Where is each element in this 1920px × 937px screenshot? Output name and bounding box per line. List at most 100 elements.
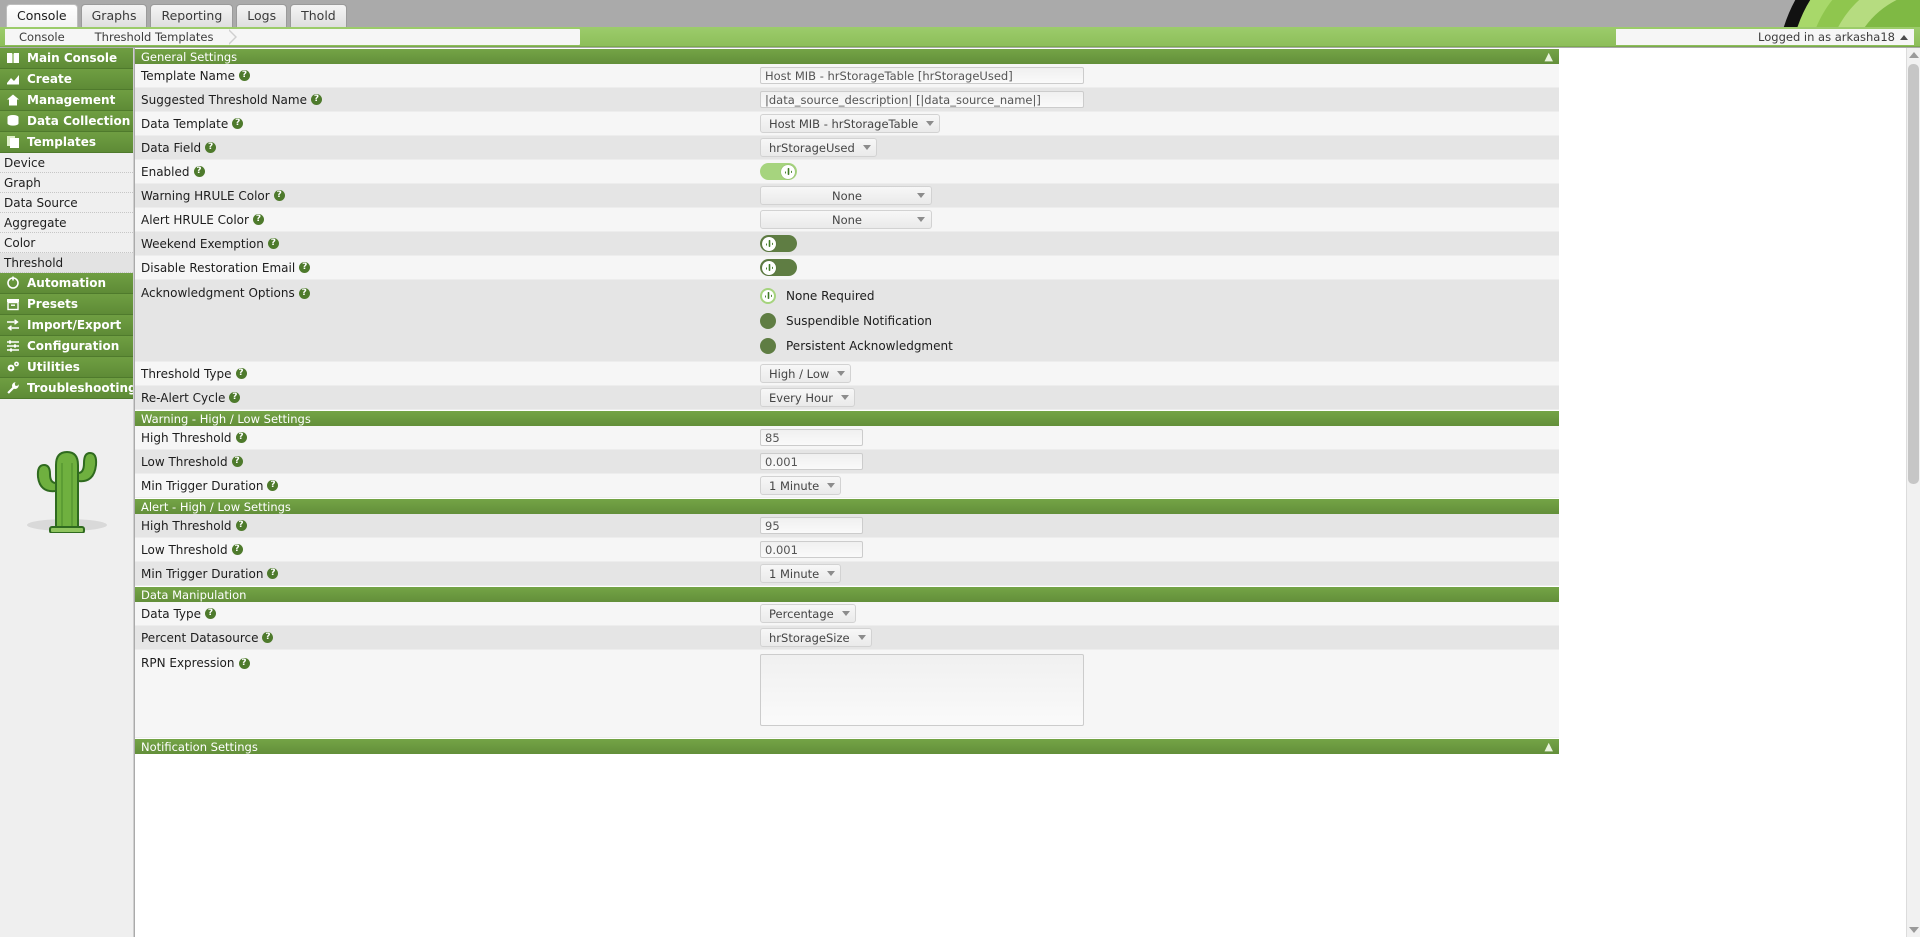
enabled-toggle[interactable] xyxy=(760,163,797,180)
breadcrumb-item-console[interactable]: Console xyxy=(5,29,89,45)
label-weekend-exemption: Weekend Exemption ? xyxy=(135,237,760,251)
disable-restoration-email-toggle[interactable] xyxy=(760,259,797,276)
cactus-mascot-image xyxy=(0,403,133,534)
sidebar-item-threshold[interactable]: Threshold xyxy=(0,253,133,273)
tab-logs[interactable]: Logs xyxy=(236,4,288,27)
radio-label: Suspendible Notification xyxy=(786,313,933,328)
sidebar-item-presets[interactable]: Presets xyxy=(0,294,133,315)
login-label: Logged in as arkasha18 xyxy=(1758,30,1895,44)
help-icon[interactable]: ? xyxy=(299,262,311,273)
label-warning-high-threshold: High Threshold ? xyxy=(135,431,760,445)
help-icon[interactable]: ? xyxy=(252,214,264,225)
scrollbar-thumb[interactable] xyxy=(1908,64,1919,484)
label-text: Threshold Type xyxy=(141,366,232,381)
help-icon[interactable]: ? xyxy=(262,632,274,643)
label-alert-min-trigger-duration: Min Trigger Duration ? xyxy=(135,567,760,581)
sidebar-item-aggregate[interactable]: Aggregate xyxy=(0,213,133,233)
help-icon[interactable]: ? xyxy=(235,432,247,443)
sidebar-item-data-source[interactable]: Data Source xyxy=(0,193,133,213)
label-template-name: Template Name ? xyxy=(135,69,760,83)
realert-cycle-select[interactable]: Every Hour xyxy=(760,388,856,407)
help-icon[interactable]: ? xyxy=(267,568,279,579)
warning-high-threshold-input[interactable] xyxy=(760,429,863,446)
help-icon[interactable]: ? xyxy=(193,166,205,177)
vertical-scrollbar[interactable] xyxy=(1906,48,1920,937)
sidebar-item-main-console[interactable]: Main Console xyxy=(0,48,133,69)
help-icon[interactable]: ? xyxy=(235,520,247,531)
chart-icon xyxy=(6,72,20,86)
sidebar-item-automation[interactable]: Automation xyxy=(0,273,133,294)
help-icon[interactable]: ? xyxy=(273,190,285,201)
help-icon[interactable]: ? xyxy=(205,142,217,153)
chevron-down-icon xyxy=(837,371,846,376)
help-icon[interactable]: ? xyxy=(267,238,279,249)
sidebar: Main Console Create Management Data Coll… xyxy=(0,48,134,937)
warning-low-threshold-input[interactable] xyxy=(760,453,863,470)
scroll-down-arrow-icon[interactable] xyxy=(1909,927,1919,933)
row-alert-high-threshold: High Threshold ? xyxy=(135,514,1559,538)
warning-hrule-color-select[interactable]: None xyxy=(760,186,932,205)
help-icon[interactable]: ? xyxy=(232,118,244,129)
help-icon[interactable]: ? xyxy=(205,608,217,619)
label-enabled: Enabled ? xyxy=(135,165,760,179)
home-icon xyxy=(6,93,20,107)
help-icon[interactable]: ? xyxy=(231,456,243,467)
tab-thold[interactable]: Thold xyxy=(290,4,347,27)
collapse-icon[interactable]: ▲ xyxy=(1545,50,1553,64)
alert-low-threshold-input[interactable] xyxy=(760,541,863,558)
help-icon[interactable]: ? xyxy=(238,657,250,669)
help-icon[interactable]: ? xyxy=(235,368,247,379)
sidebar-item-import-export[interactable]: Import/Export xyxy=(0,315,133,336)
gear-circle-icon xyxy=(6,276,20,290)
data-type-select[interactable]: Percentage xyxy=(760,604,856,623)
help-icon[interactable]: ? xyxy=(267,480,279,491)
sidebar-item-utilities[interactable]: Utilities xyxy=(0,357,133,378)
sidebar-item-data-collection[interactable]: Data Collection xyxy=(0,111,133,132)
user-login-status[interactable]: Logged in as arkasha18 xyxy=(1616,29,1914,45)
data-template-select[interactable]: Host MIB - hrStorageTable xyxy=(760,114,941,133)
threshold-type-select[interactable]: High / Low xyxy=(760,364,852,383)
breadcrumb-item-threshold-templates[interactable]: Threshold Templates xyxy=(80,29,238,45)
label-text: Min Trigger Duration xyxy=(141,566,264,581)
scroll-up-arrow-icon[interactable] xyxy=(1909,52,1919,58)
sidebar-item-color[interactable]: Color xyxy=(0,233,133,253)
alert-min-trigger-duration-select[interactable]: 1 Minute xyxy=(760,564,842,583)
template-name-input[interactable] xyxy=(760,67,1084,84)
sidebar-item-configuration[interactable]: Configuration xyxy=(0,336,133,357)
alert-hrule-color-select[interactable]: None xyxy=(760,210,932,229)
row-warning-min-trigger-duration: Min Trigger Duration ? 1 Minute xyxy=(135,474,1559,498)
label-text: Weekend Exemption xyxy=(141,236,264,251)
suggested-threshold-name-input[interactable] xyxy=(760,91,1084,108)
sidebar-label: Create xyxy=(27,72,72,86)
radio-option-persistent-acknowledgment[interactable]: Persistent Acknowledgment xyxy=(760,333,953,358)
tab-reporting[interactable]: Reporting xyxy=(150,4,234,27)
chevron-down-icon xyxy=(827,571,836,576)
percent-datasource-select[interactable]: hrStorageSize xyxy=(760,628,872,647)
help-icon[interactable]: ? xyxy=(238,70,250,81)
tab-graphs[interactable]: Graphs xyxy=(80,4,148,27)
sidebar-item-templates[interactable]: Templates xyxy=(0,132,133,153)
label-acknowledgment-options: Acknowledgment Options ? xyxy=(135,280,760,300)
radio-option-none-required[interactable]: None Required xyxy=(760,283,875,308)
weekend-exemption-toggle[interactable] xyxy=(760,235,797,252)
warning-min-trigger-duration-select[interactable]: 1 Minute xyxy=(760,476,842,495)
data-field-select[interactable]: hrStorageUsed xyxy=(760,138,877,157)
sidebar-item-graph[interactable]: Graph xyxy=(0,173,133,193)
help-icon[interactable]: ? xyxy=(310,94,322,105)
label-text: Data Template xyxy=(141,116,229,131)
radio-option-suspendible-notification[interactable]: Suspendible Notification xyxy=(760,308,932,333)
sidebar-item-create[interactable]: Create xyxy=(0,69,133,90)
help-icon[interactable]: ? xyxy=(231,544,243,555)
alert-high-threshold-input[interactable] xyxy=(760,517,863,534)
help-icon[interactable]: ? xyxy=(298,287,310,299)
tab-console[interactable]: Console xyxy=(6,4,78,27)
rpn-expression-textarea[interactable] xyxy=(760,654,1084,726)
label-realert-cycle: Re-Alert Cycle ? xyxy=(135,391,760,405)
sidebar-item-management[interactable]: Management xyxy=(0,90,133,111)
row-realert-cycle: Re-Alert Cycle ? Every Hour xyxy=(135,386,1559,410)
help-icon[interactable]: ? xyxy=(229,392,241,403)
collapse-icon[interactable]: ▲ xyxy=(1545,740,1553,754)
sidebar-item-troubleshooting[interactable]: Troubleshooting xyxy=(0,378,133,399)
chevron-down-icon xyxy=(862,145,871,150)
sidebar-item-device[interactable]: Device xyxy=(0,153,133,173)
